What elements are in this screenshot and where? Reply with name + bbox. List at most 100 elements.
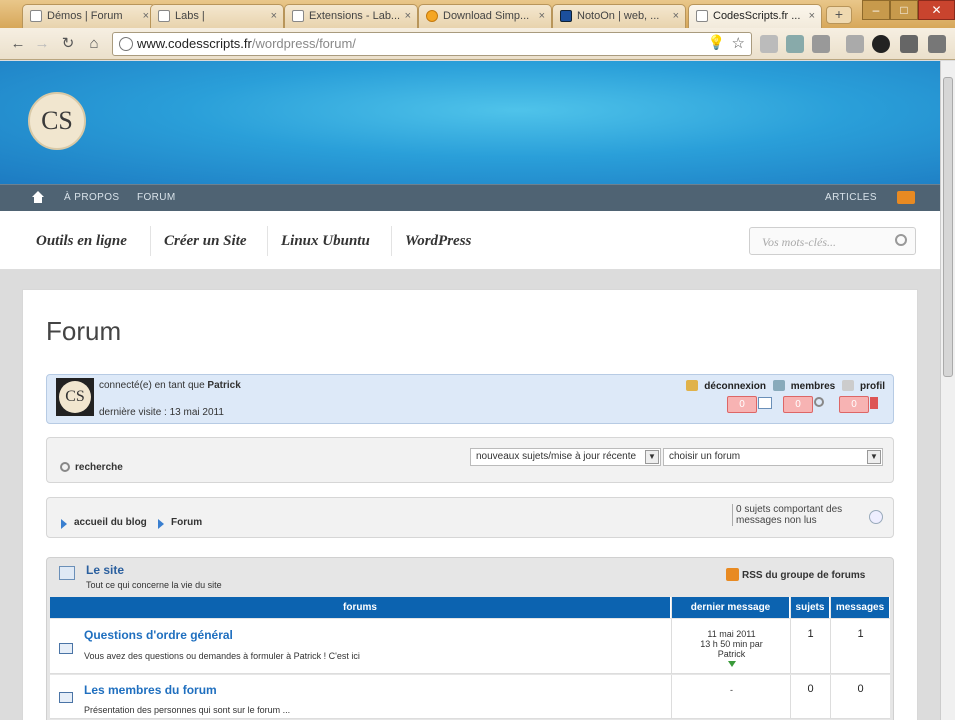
close-window-button[interactable]: ✕ xyxy=(918,0,955,20)
logout-icon xyxy=(686,380,699,391)
group-rss-link[interactable]: RSS du groupe de forums xyxy=(726,568,865,581)
breadcrumb-forum[interactable]: Forum xyxy=(171,517,202,528)
last-visit: dernière visite : 13 mai 2011 xyxy=(99,407,224,418)
globe-icon xyxy=(119,37,133,51)
wrench-icon[interactable] xyxy=(928,35,946,53)
user-panel: CS connecté(e) en tant que Patrick derni… xyxy=(46,374,894,424)
main-content: Forum CS connecté(e) en tant que Patrick… xyxy=(22,289,918,720)
category-wordpress[interactable]: WordPress xyxy=(405,233,471,250)
url-path: /wordpress/forum/ xyxy=(251,36,356,51)
inbox-count-badge[interactable]: 0 xyxy=(727,396,757,413)
site-logo[interactable]: CS xyxy=(28,92,86,150)
page-viewport: CS À PROPOS FORUM ARTICLES Outils en lig… xyxy=(0,61,940,720)
table-row: Questions d'ordre général Vous avez des … xyxy=(50,619,890,674)
members-count-badge[interactable]: 0 xyxy=(783,396,813,413)
search-label[interactable]: recherche xyxy=(75,462,123,473)
group-icon xyxy=(59,566,75,580)
mail-extension-icon[interactable] xyxy=(760,35,778,53)
refresh-icon[interactable] xyxy=(869,510,883,524)
mail-icon[interactable] xyxy=(758,397,772,409)
category-navigation: Outils en ligne Créer un Site Linux Ubun… xyxy=(0,211,940,270)
forum-book-icon xyxy=(59,643,73,654)
browser-tab[interactable]: Download Simp... × xyxy=(418,4,552,28)
close-tab-icon[interactable]: × xyxy=(143,5,149,27)
browser-tab[interactable]: NotoOn | web, ... × xyxy=(552,4,686,28)
column-header-forums: forums xyxy=(50,597,671,618)
nav-articles[interactable]: ARTICLES xyxy=(825,192,877,203)
breadcrumb-blog-home[interactable]: accueil du blog xyxy=(74,517,147,528)
bookmark-star-icon[interactable]: ☆ xyxy=(732,34,745,52)
page-menu-icon[interactable] xyxy=(900,35,918,53)
search-icon[interactable] xyxy=(60,462,70,472)
home-icon[interactable] xyxy=(32,191,45,204)
profile-link[interactable]: profil xyxy=(842,380,885,392)
search-icon[interactable] xyxy=(895,234,907,246)
close-tab-icon[interactable]: × xyxy=(539,5,545,27)
topic-count: 0 xyxy=(807,683,814,695)
cs-icon xyxy=(696,10,708,22)
forum-description: Présentation des personnes qui sont sur … xyxy=(84,705,291,715)
unread-topics-link[interactable]: 0 sujets comportant des messages non lus xyxy=(732,504,852,526)
close-tab-icon[interactable]: × xyxy=(405,5,411,27)
nav-apropos[interactable]: À PROPOS xyxy=(64,192,119,203)
address-bar[interactable]: www.codesscripts.fr/wordpress/forum/ 💡 ☆ xyxy=(112,32,752,56)
close-tab-icon[interactable]: × xyxy=(673,5,679,27)
gear-extension-icon[interactable] xyxy=(812,35,830,53)
column-header-posts: messages xyxy=(831,597,890,618)
page-icon xyxy=(292,10,304,22)
page-scrollbar[interactable] xyxy=(940,61,955,720)
flags-count-badge[interactable]: 0 xyxy=(839,396,869,413)
arrow-right-icon xyxy=(61,519,67,529)
last-message-author[interactable]: Patrick xyxy=(673,649,790,659)
forward-icon[interactable]: → xyxy=(32,34,52,54)
site-search-input[interactable]: Vos mots-clés... xyxy=(749,227,916,255)
divider xyxy=(267,226,268,256)
lightbulb-icon[interactable]: 💡 xyxy=(708,34,725,51)
forum-book-icon xyxy=(59,692,73,703)
sort-select[interactable]: nouveaux sujets/mise à jour récente ▼ xyxy=(470,448,661,466)
category-creer-un-site[interactable]: Créer un Site xyxy=(164,233,247,250)
divider xyxy=(391,226,392,256)
scrollbar-thumb[interactable] xyxy=(943,77,953,377)
mozilla-icon xyxy=(426,10,438,22)
close-tab-icon[interactable]: × xyxy=(809,5,815,27)
minimize-button[interactable]: – xyxy=(862,0,890,20)
puzzle-extension-icon[interactable] xyxy=(786,35,804,53)
flag-icon[interactable] xyxy=(870,397,878,409)
close-tab-icon[interactable]: × xyxy=(271,5,277,27)
rss-icon[interactable] xyxy=(897,191,915,204)
reload-icon[interactable]: ↻ xyxy=(58,34,78,54)
browser-tab[interactable]: Labs | × xyxy=(150,4,284,28)
screen-extension-icon[interactable] xyxy=(846,35,864,53)
forum-select[interactable]: choisir un forum ▼ xyxy=(663,448,883,466)
home-icon[interactable]: ⌂ xyxy=(84,34,104,54)
maximize-button[interactable]: □ xyxy=(890,0,918,20)
forum-title[interactable]: Les membres du forum xyxy=(84,683,217,697)
magnifier-icon[interactable] xyxy=(814,397,824,407)
nav-forum[interactable]: FORUM xyxy=(137,192,176,203)
new-tab-button[interactable]: + xyxy=(826,6,852,24)
back-icon[interactable]: ← xyxy=(8,34,28,54)
browser-tab[interactable]: Extensions - Lab... × xyxy=(284,4,418,28)
browser-tab-active[interactable]: CodesScripts.fr ... × xyxy=(688,4,822,28)
forum-search-bar: recherche nouveaux sujets/mise à jour ré… xyxy=(46,437,894,483)
forum-description: Vous avez des questions ou demandes à fo… xyxy=(84,651,360,661)
go-to-post-icon[interactable] xyxy=(727,661,736,667)
group-title[interactable]: Le site xyxy=(86,563,124,577)
rss-icon xyxy=(726,568,739,581)
browser-tab[interactable]: Démos | Forum × xyxy=(22,4,156,28)
round-extension-icon[interactable] xyxy=(872,35,890,53)
page-title: Forum xyxy=(46,316,122,346)
site-header: CS xyxy=(0,61,940,184)
members-link[interactable]: membres xyxy=(772,380,835,392)
last-message: 11 mai 2011 13 h 50 min par Patrick xyxy=(673,629,790,669)
column-header-last-message: dernier message xyxy=(672,597,790,618)
forum-group: Le site Tout ce qui concerne la vie du s… xyxy=(46,557,894,720)
logout-link[interactable]: déconnexion xyxy=(686,380,766,392)
forum-title[interactable]: Questions d'ordre général xyxy=(84,628,233,642)
last-message: - xyxy=(730,685,733,695)
post-count: 1 xyxy=(857,628,864,640)
category-outils-en-ligne[interactable]: Outils en ligne xyxy=(36,233,127,250)
category-linux-ubuntu[interactable]: Linux Ubuntu xyxy=(281,233,370,250)
topic-count: 1 xyxy=(807,628,814,640)
